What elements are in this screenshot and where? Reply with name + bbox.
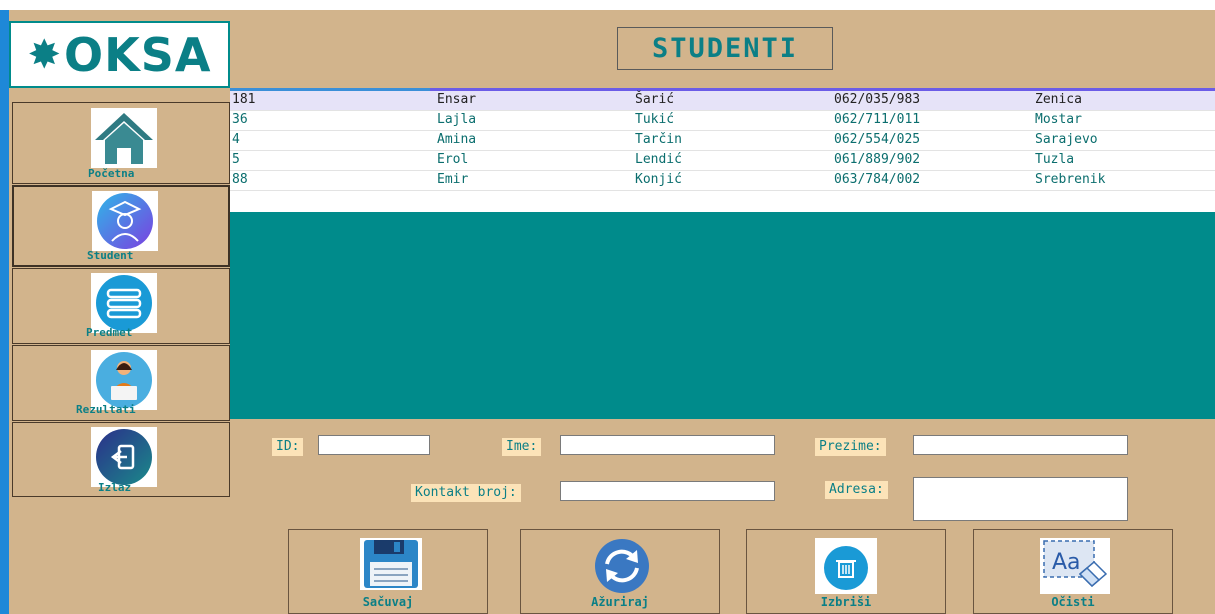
nav-rezultati-label: Rezultati: [76, 403, 136, 416]
table-row[interactable]: 4 Amina Tarčin 062/554/025 Sarajevo: [230, 131, 1215, 151]
logo-text: OKSA: [64, 27, 212, 82]
cell-ime: Erol: [437, 152, 469, 167]
cell-adresa: Tuzla: [1035, 152, 1075, 167]
floppy-disk-icon: [360, 538, 422, 590]
clear-text-icon: Aa: [1040, 538, 1110, 594]
table-row[interactable]: 88 Emir Konjić 063/784/002 Srebrenik: [230, 171, 1215, 191]
izbrisi-label: Izbriši: [820, 595, 872, 609]
adresa-label: Adresa:: [825, 481, 888, 499]
cell-ime: Lajla: [437, 112, 477, 127]
cell-adresa: Sarajevo: [1035, 132, 1098, 147]
cell-prezime: Šarić: [635, 92, 675, 107]
cell-kontakt: 061/889/902: [834, 152, 921, 167]
cell-ime: Amina: [437, 132, 477, 147]
cell-prezime: Tarčin: [635, 132, 682, 147]
cell-prezime: Tukić: [635, 112, 675, 127]
cell-id: 5: [232, 152, 240, 167]
sacuvaj-label: Sačuvaj: [362, 595, 414, 609]
nav-student-button[interactable]: Student: [12, 185, 230, 267]
cell-id: 181: [232, 92, 256, 107]
ime-field[interactable]: [560, 435, 775, 455]
table-row[interactable]: 5 Erol Lendić 061/889/902 Tuzla: [230, 151, 1215, 171]
azuriraj-label: Ažuriraj: [591, 595, 649, 609]
kontakt-label: Kontakt broj:: [411, 484, 521, 502]
cell-adresa: Zenica: [1035, 92, 1082, 107]
logout-icon: [91, 427, 157, 487]
id-field[interactable]: [318, 435, 430, 455]
cell-kontakt: 062/554/025: [834, 132, 921, 147]
ocisti-button[interactable]: Aa Očisti: [973, 529, 1173, 614]
ime-label: Ime:: [502, 438, 542, 456]
nav-predmet-label: Predmet: [86, 326, 133, 339]
table-row[interactable]: 36 Lajla Tukić 062/711/011 Mostar: [230, 111, 1215, 131]
refresh-icon: [595, 539, 649, 593]
nav-pocetna-label: Početna: [88, 167, 135, 180]
prezime-field[interactable]: [913, 435, 1128, 455]
cell-kontakt: 063/784/002: [834, 172, 921, 187]
page-title: STUDENTI: [651, 33, 799, 64]
window-edge: [0, 10, 9, 614]
cell-prezime: Lendić: [635, 152, 682, 167]
cell-kontakt: 062/711/011: [834, 112, 921, 127]
person-laptop-icon: [91, 350, 157, 410]
cell-adresa: Mostar: [1035, 112, 1082, 127]
students-grid[interactable]: 181 Ensar Šarić 062/035/983 Zenica 36 La…: [230, 88, 1215, 419]
books-icon: [91, 273, 157, 333]
cell-adresa: Srebrenik: [1035, 172, 1106, 187]
nav-predmet-button[interactable]: Predmet: [12, 268, 230, 344]
cell-prezime: Konjić: [635, 172, 682, 187]
cell-kontakt: 062/035/983: [834, 92, 921, 107]
sacuvaj-button[interactable]: Sačuvaj: [288, 529, 488, 614]
id-label: ID:: [272, 438, 304, 456]
table-row[interactable]: 181 Ensar Šarić 062/035/983 Zenica: [230, 91, 1215, 111]
nav-student-label: Student: [87, 249, 134, 262]
adresa-field[interactable]: [913, 477, 1128, 521]
nav-pocetna-button[interactable]: Početna: [12, 102, 230, 184]
prezime-label: Prezime:: [815, 438, 886, 456]
ocisti-label: Očisti: [1051, 595, 1095, 609]
nav-rezultati-button[interactable]: Rezultati: [12, 345, 230, 421]
grid-rows-area: 181 Ensar Šarić 062/035/983 Zenica 36 La…: [230, 91, 1215, 212]
nav-izlaz-button[interactable]: Izlaz: [12, 422, 230, 497]
cell-ime: Ensar: [437, 92, 477, 107]
cell-id: 36: [232, 112, 248, 127]
svg-text:Aa: Aa: [1052, 550, 1081, 575]
cell-id: 4: [232, 132, 240, 147]
cell-ime: Emir: [437, 172, 469, 187]
logo: ✸ OKSA: [9, 21, 230, 88]
page-title-box: STUDENTI: [617, 27, 833, 70]
trash-icon: [815, 538, 877, 594]
logo-star-icon: ✸: [27, 31, 63, 78]
nav-izlaz-label: Izlaz: [98, 481, 132, 494]
cell-id: 88: [232, 172, 248, 187]
azuriraj-button[interactable]: Ažuriraj: [520, 529, 720, 614]
logo-wordmark: ✸ OKSA: [28, 32, 212, 78]
home-icon: [91, 108, 157, 168]
izbrisi-button[interactable]: Izbriši: [746, 529, 946, 614]
kontakt-field[interactable]: [560, 481, 775, 501]
graduate-icon: [92, 191, 158, 251]
